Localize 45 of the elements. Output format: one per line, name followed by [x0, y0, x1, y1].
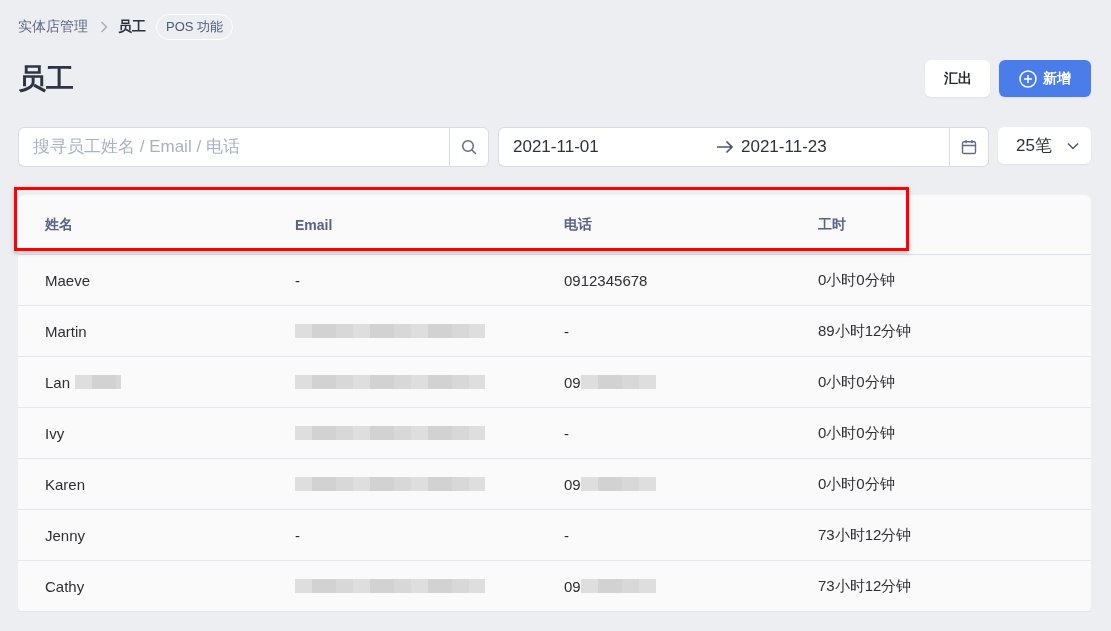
table-cell: 0小时0分钟 — [818, 270, 895, 290]
table-cell: - — [295, 271, 300, 289]
table-cell: Jenny — [45, 526, 86, 544]
table-cell: Ivy — [45, 424, 65, 442]
table-cell: 89小时12分钟 — [818, 321, 912, 341]
table-cell: Lan — [45, 373, 71, 391]
table-cell: 09 — [564, 475, 581, 493]
end-date: 2021-11-23 — [741, 137, 827, 157]
breadcrumb-item: 员工 — [118, 18, 146, 36]
chevron-right-icon — [100, 21, 108, 33]
search-field[interactable]: 搜寻员工姓名 / Email / 电话 — [18, 127, 449, 167]
table-cell: 0小时0分钟 — [818, 372, 895, 392]
column-header: 工时 — [818, 215, 846, 234]
column-header: 姓名 — [45, 215, 73, 234]
search-icon — [461, 139, 477, 155]
search-button[interactable] — [449, 127, 489, 167]
date-range-field[interactable]: 2021-11-01 2021-11-23 — [498, 127, 949, 167]
table-cell: - — [564, 526, 569, 544]
column-header: 电话 — [564, 215, 592, 234]
breadcrumb-item[interactable]: 实体店管理 — [18, 18, 88, 36]
page-title: 员工 — [18, 62, 74, 96]
table-cell: 09 — [564, 577, 581, 595]
arrow-right-icon — [716, 140, 734, 154]
chevron-down-icon — [1067, 141, 1079, 150]
page-size-select[interactable]: 25笔 — [998, 127, 1091, 164]
table-cell: 73小时12分钟 — [818, 576, 912, 596]
column-header: Email — [295, 216, 333, 233]
table-cell: Maeve — [45, 271, 91, 289]
add-button[interactable]: 新增 — [999, 60, 1091, 97]
table-cell: 09 — [564, 373, 581, 391]
table-cell: Martin — [45, 322, 87, 340]
plus-circle-icon — [1019, 69, 1037, 88]
table-cell: - — [295, 526, 300, 544]
table-cell: Karen — [45, 475, 86, 493]
table-cell: - — [564, 424, 569, 442]
start-date: 2021-11-01 — [513, 137, 600, 157]
table-cell: 0小时0分钟 — [818, 474, 895, 494]
table-cell: 0912345678 — [564, 271, 648, 289]
calendar-icon — [961, 139, 977, 155]
export-button[interactable]: 汇出 — [925, 60, 990, 97]
table-cell: Cathy — [45, 577, 85, 595]
table-cell: - — [564, 322, 569, 340]
calendar-button[interactable] — [949, 127, 989, 167]
table-cell: 0小时0分钟 — [818, 423, 895, 443]
table-cell: 73小时12分钟 — [818, 525, 912, 545]
